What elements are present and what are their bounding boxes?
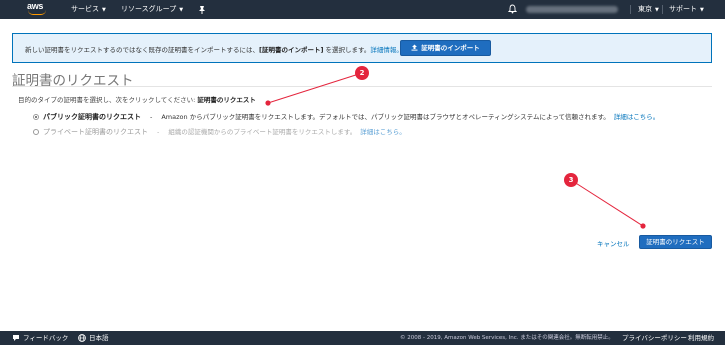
private-certificate-radio[interactable] xyxy=(33,129,39,135)
chevron-down-icon: ▼ xyxy=(102,7,106,13)
option-separator: - xyxy=(150,113,153,121)
language-label: 日本語 xyxy=(89,334,109,342)
private-certificate-option[interactable]: プライベート証明書のリクエスト - 組織の認証機関からのプライベート証明書をリクエス… xyxy=(33,126,406,137)
chevron-down-icon: ▼ xyxy=(179,7,184,13)
chevron-down-icon: ▼ xyxy=(655,7,659,13)
aws-smile-icon xyxy=(28,10,46,15)
banner-text-suffix: を選択します。 xyxy=(323,46,371,54)
annotation-arrow-2 xyxy=(267,72,363,104)
account-menu-obscured[interactable] xyxy=(526,6,618,13)
title-divider xyxy=(12,86,712,87)
private-certificate-label[interactable]: プライベート証明書のリクエスト xyxy=(43,128,148,136)
region-menu-label: 東京 xyxy=(638,5,652,13)
instruction-text: 目的のタイプの証明書を選択し、次をクリックしてください: 証明書のリクエスト xyxy=(18,94,256,104)
public-certificate-option[interactable]: パブリック証明書のリクエスト - Amazon からパブリック証明書をリクエストしま… xyxy=(33,111,659,122)
request-certificate-button[interactable]: 証明書のリクエスト xyxy=(639,235,712,249)
bell-icon[interactable] xyxy=(508,4,517,14)
instruction-prefix: 目的のタイプの証明書を選択し、次をクリックしてください: xyxy=(18,96,198,104)
instruction-bold: 証明書のリクエスト xyxy=(197,96,256,104)
nav-divider xyxy=(630,5,631,14)
import-info-banner: 新しい証明書をリクエストするのではなく既存の証明書をインポートするには、[証明書… xyxy=(12,33,712,63)
copyright-text: © 2008 - 2019, Amazon Web Services, Inc.… xyxy=(400,335,614,341)
top-navigation-bar: aws サービス ▼ リソースグループ ▼ 東京 ▼ サポート ▼ xyxy=(0,0,725,19)
acm-request-certificate-page: aws サービス ▼ リソースグループ ▼ 東京 ▼ サポート ▼ 新しい証明書をリクエ xyxy=(0,0,725,345)
terms-of-use-link[interactable]: 利用規約 xyxy=(688,331,714,345)
banner-text-prefix: 新しい証明書をリクエストするのではなく既存の証明書をインポートするには、 xyxy=(25,46,259,54)
annotation-badge-3: 3 xyxy=(564,173,578,187)
globe-icon xyxy=(78,334,86,342)
feedback-label: フィードバック xyxy=(23,334,69,342)
annotation-dot-2 xyxy=(265,100,271,106)
annotation-badge-2: 2 xyxy=(355,66,369,80)
public-certificate-radio[interactable] xyxy=(33,114,39,120)
public-certificate-learn-more-link[interactable]: 詳細はこちら。 xyxy=(614,113,660,121)
import-certificate-button-label: 証明書のインポート xyxy=(421,44,480,52)
support-menu-label: サポート xyxy=(669,5,697,13)
services-menu-label: サービス xyxy=(71,5,99,13)
nav-divider xyxy=(662,5,663,14)
privacy-policy-link[interactable]: プライバシーポリシー xyxy=(622,331,687,345)
public-certificate-label[interactable]: パブリック証明書のリクエスト xyxy=(43,113,141,121)
support-menu[interactable]: サポート ▼ xyxy=(669,0,704,19)
public-certificate-description: Amazon からパブリック証明書をリクエストします。デフォルトでは、パブリック… xyxy=(161,113,610,121)
resource-groups-menu[interactable]: リソースグループ ▼ xyxy=(121,0,183,19)
upload-icon xyxy=(411,44,418,51)
language-selector[interactable]: 日本語 xyxy=(78,331,109,345)
services-menu[interactable]: サービス ▼ xyxy=(71,0,106,19)
details-link[interactable]: 詳細情報。 xyxy=(370,46,403,54)
banner-text-bold: [証明書のインポート] xyxy=(259,46,324,54)
annotation-arrow-3 xyxy=(570,179,644,227)
speech-bubble-icon xyxy=(13,335,19,341)
footer-bar: フィードバック 日本語 © 2008 - 2019, Amazon Web Se… xyxy=(0,331,725,345)
cancel-button[interactable]: キャンセル xyxy=(597,238,630,248)
banner-text: 新しい証明書をリクエストするのではなく既存の証明書をインポートするには、[証明書… xyxy=(25,44,403,54)
region-menu[interactable]: 東京 ▼ xyxy=(638,0,659,19)
option-separator: - xyxy=(157,128,160,136)
private-certificate-description: 組織の認証機関からのプライベート証明書をリクエストします。 xyxy=(168,128,357,136)
feedback-link[interactable]: フィードバック xyxy=(12,331,68,345)
import-certificate-button[interactable]: 証明書のインポート xyxy=(400,40,491,56)
aws-logo[interactable]: aws xyxy=(27,2,49,16)
private-certificate-learn-more-link[interactable]: 詳細はこちら。 xyxy=(360,128,406,136)
annotation-dot-3 xyxy=(640,223,646,229)
resource-groups-menu-label: リソースグループ xyxy=(121,5,177,13)
pin-icon[interactable] xyxy=(198,5,206,14)
chevron-down-icon: ▼ xyxy=(700,7,704,13)
